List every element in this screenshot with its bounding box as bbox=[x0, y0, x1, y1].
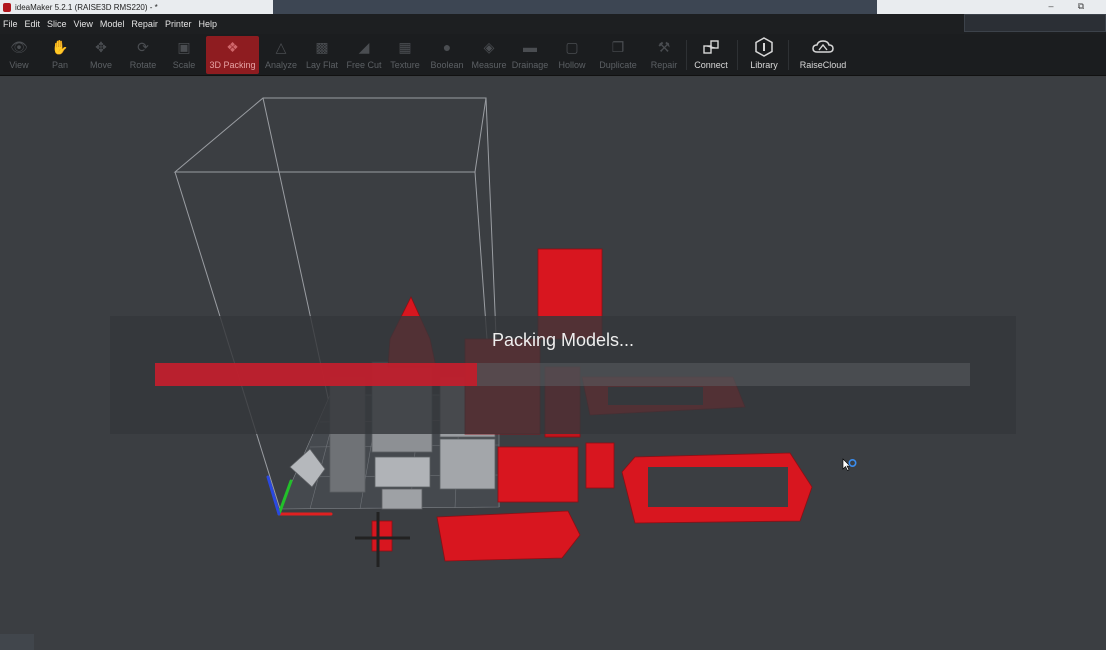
restore-icon[interactable]: ⧉ bbox=[1070, 0, 1092, 14]
tool-boolean[interactable]: ● Boolean bbox=[428, 36, 466, 74]
tool-label: Library bbox=[750, 60, 778, 70]
tool-label: Repair bbox=[650, 60, 678, 70]
tool-label: Texture bbox=[390, 60, 420, 70]
search-box[interactable] bbox=[964, 14, 1106, 32]
packing-icon: ❖ bbox=[226, 38, 239, 55]
tool-view[interactable]: 👁 View bbox=[4, 36, 34, 74]
library-icon bbox=[751, 36, 777, 58]
toolbar: 👁 View ✋ Pan ✥ Move ⟳ Rotate ▣ Scale ❖ 3… bbox=[0, 34, 1106, 76]
tool-label: Boolean bbox=[430, 60, 464, 70]
tool-label: Pan bbox=[51, 60, 68, 70]
menu-edit[interactable]: Edit bbox=[25, 19, 41, 29]
connect-icon bbox=[698, 36, 724, 58]
boolean-icon: ● bbox=[442, 39, 452, 55]
progress-message: Packing Models... bbox=[491, 330, 635, 350]
ideamaker-logo-icon bbox=[3, 2, 11, 12]
menu-model[interactable]: Model bbox=[100, 19, 125, 29]
packing-progress-dialog: Packing Models... bbox=[110, 316, 1016, 434]
busy-cursor-icon bbox=[842, 458, 857, 471]
tool-repair[interactable]: ⚒ Repair bbox=[649, 36, 679, 74]
tool-label: Connect bbox=[694, 60, 728, 70]
tool-label: Rotate bbox=[129, 60, 157, 70]
tool-lay-flat[interactable]: ▩ Lay Flat bbox=[305, 36, 339, 74]
tool-label: View bbox=[9, 60, 29, 70]
tool-3d-packing[interactable]: ❖ 3D Packing bbox=[206, 36, 259, 74]
tool-drainage[interactable]: ▬ Drainage bbox=[511, 36, 549, 74]
toolbar-separator bbox=[788, 40, 789, 70]
tool-label: Analyze bbox=[264, 60, 298, 70]
menu-repair[interactable]: Repair bbox=[131, 19, 158, 29]
progress-bar bbox=[155, 363, 970, 386]
toolbar-separator bbox=[686, 40, 687, 70]
title-bar-strip bbox=[273, 0, 877, 14]
tool-label: 3D Packing bbox=[209, 60, 256, 70]
menu-printer[interactable]: Printer bbox=[165, 19, 192, 29]
tool-measure[interactable]: ◈ Measure bbox=[470, 36, 508, 74]
tool-label: Free Cut bbox=[346, 60, 382, 70]
tool-raisecloud[interactable]: RaiseCloud bbox=[799, 36, 847, 74]
tool-label: Measure bbox=[471, 60, 507, 70]
ideamaker-window: ideaMaker 5.2.1 (RAISE3D RMS220) - * – ⧉… bbox=[0, 0, 1106, 650]
tool-duplicate[interactable]: ❐ Duplicate bbox=[598, 36, 638, 74]
eye-icon: 👁 bbox=[10, 38, 28, 55]
tool-label: Lay Flat bbox=[305, 60, 338, 70]
hand-icon: ✋ bbox=[51, 38, 69, 55]
tool-free-cut[interactable]: ◢ Free Cut bbox=[345, 36, 383, 74]
ruler-icon: ◈ bbox=[483, 38, 495, 55]
menu-view[interactable]: View bbox=[74, 19, 93, 29]
tool-hollow[interactable]: ▢ Hollow bbox=[556, 36, 588, 74]
tool-connect[interactable]: Connect bbox=[692, 36, 730, 74]
tool-rotate[interactable]: ⟳ Rotate bbox=[127, 36, 159, 74]
tool-label: Drainage bbox=[511, 60, 549, 70]
hollow-icon: ▢ bbox=[565, 38, 579, 55]
cut-icon: ◢ bbox=[358, 38, 370, 55]
toolbar-separator bbox=[737, 40, 738, 70]
menu-bar: File Edit Slice View Model Repair Printe… bbox=[0, 14, 1106, 34]
scale-icon: ▣ bbox=[177, 38, 191, 55]
tool-move[interactable]: ✥ Move bbox=[86, 36, 116, 74]
tool-scale[interactable]: ▣ Scale bbox=[170, 36, 198, 74]
cloud-icon bbox=[810, 36, 836, 58]
rotate-icon: ⟳ bbox=[137, 38, 149, 55]
tool-label: Move bbox=[89, 60, 112, 70]
lay-flat-icon: ▩ bbox=[315, 38, 329, 55]
3d-viewport[interactable]: Packing Models... bbox=[0, 77, 1106, 650]
texture-icon: ▦ bbox=[398, 38, 412, 55]
drainage-icon: ▬ bbox=[523, 39, 537, 55]
tool-label: Duplicate bbox=[599, 60, 637, 70]
tool-label: RaiseCloud bbox=[799, 60, 847, 70]
tool-texture[interactable]: ▦ Texture bbox=[388, 36, 422, 74]
wrench-icon: ⚒ bbox=[657, 38, 671, 55]
move-icon: ✥ bbox=[95, 38, 107, 55]
tool-label: Hollow bbox=[558, 60, 586, 70]
menu-help[interactable]: Help bbox=[198, 19, 217, 29]
title-bar: ideaMaker 5.2.1 (RAISE3D RMS220) - * – ⧉ bbox=[0, 0, 1106, 14]
analyze-icon: △ bbox=[275, 38, 287, 55]
corner-strip bbox=[0, 634, 34, 650]
menu-slice[interactable]: Slice bbox=[47, 19, 67, 29]
menu-file[interactable]: File bbox=[3, 19, 18, 29]
duplicate-icon: ❐ bbox=[611, 38, 625, 55]
tool-analyze[interactable]: △ Analyze bbox=[263, 36, 299, 74]
tool-pan[interactable]: ✋ Pan bbox=[46, 36, 74, 74]
window-title: ideaMaker 5.2.1 (RAISE3D RMS220) - * bbox=[15, 2, 158, 12]
tool-library[interactable]: Library bbox=[746, 36, 782, 74]
progress-bar-fill bbox=[155, 363, 477, 386]
tool-label: Scale bbox=[172, 60, 196, 70]
minimize-icon[interactable]: – bbox=[1040, 0, 1062, 14]
